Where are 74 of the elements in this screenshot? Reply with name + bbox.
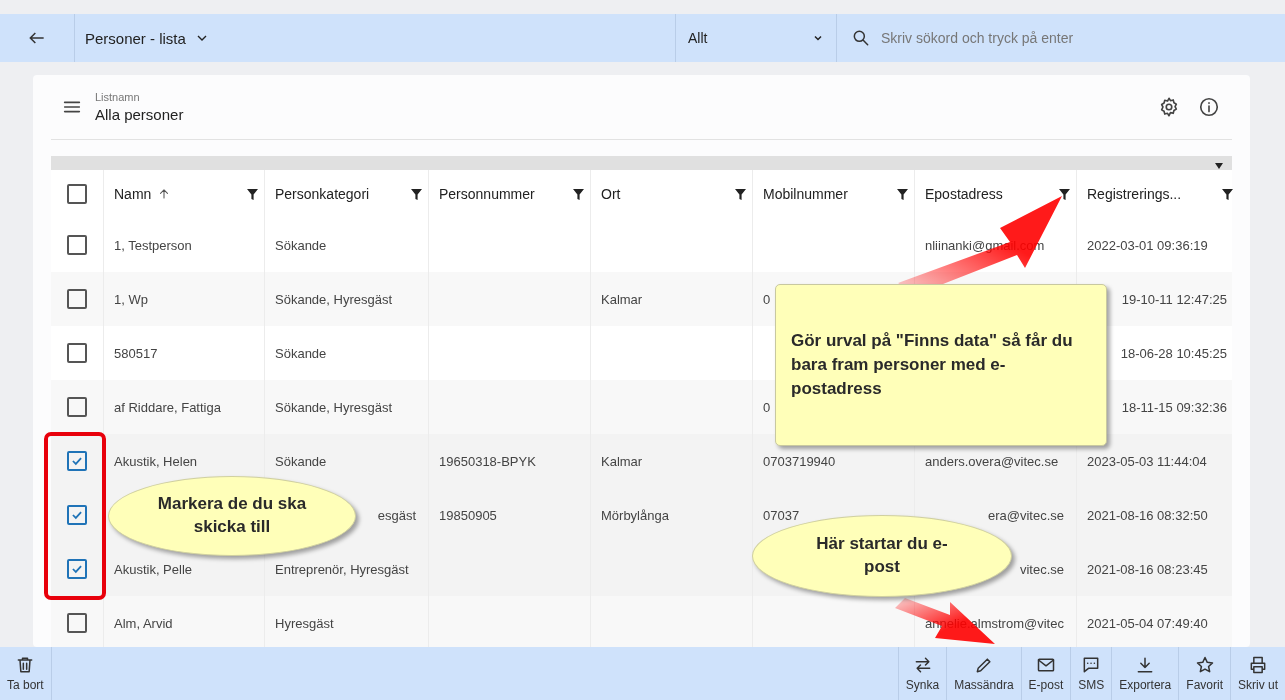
checkbox[interactable] xyxy=(67,343,87,363)
checkbox[interactable] xyxy=(67,289,87,309)
table-cell: 2021-05-04 07:49:40 xyxy=(1087,615,1208,631)
column-header[interactable]: Namn xyxy=(114,186,152,202)
printer-icon xyxy=(1248,655,1268,675)
table-cell: 2021-08-16 08:23:45 xyxy=(1087,561,1208,577)
table-cell: 18-06-28 10:45:25 xyxy=(1120,345,1227,361)
filter-icon[interactable] xyxy=(897,188,908,200)
table-cell: Alm, Arvid xyxy=(114,615,173,631)
filter-icon[interactable] xyxy=(1059,188,1070,200)
list-name: Alla personer xyxy=(95,106,184,123)
table-cell: 18-11-15 09:32:36 xyxy=(1121,399,1227,415)
column-header[interactable]: Personnummer xyxy=(439,186,535,202)
table-cell: Entreprenör, Hyresgäst xyxy=(275,561,409,577)
checkbox[interactable] xyxy=(67,235,87,255)
filter-icon[interactable] xyxy=(247,188,258,200)
toolbar-button[interactable]: Skriv ut xyxy=(1230,647,1285,700)
table-cell: Kalmar xyxy=(601,453,643,469)
column-header[interactable]: Mobilnummer xyxy=(763,186,848,202)
table-cell: Sökande, Hyresgäst xyxy=(275,291,393,307)
table-cell: Akustik, Pelle xyxy=(114,561,193,577)
table-cell: 2023-05-03 11:44:04 xyxy=(1087,453,1207,469)
toolbar-button[interactable]: Ta bort xyxy=(0,647,52,700)
table-cell: 0703719940 xyxy=(763,453,836,469)
table-cell: 1, Wp xyxy=(114,291,148,307)
list-dropdown[interactable]: Personer - lista xyxy=(75,14,220,62)
column-header[interactable]: Epostadress xyxy=(925,186,1003,202)
column-header[interactable]: Registrerings... xyxy=(1087,186,1182,202)
star-icon xyxy=(1194,655,1215,675)
filter-icon[interactable] xyxy=(735,188,746,200)
table-cell: 2021-08-16 08:32:50 xyxy=(1087,507,1208,523)
table-cell: Sökande xyxy=(275,453,327,469)
table-cell: 19-10-11 12:47:25 xyxy=(1121,291,1227,307)
table-cell: vitec.se xyxy=(1019,561,1064,577)
table-cell: 19650318-BPYK xyxy=(439,453,536,469)
table-cell: Akustik, Helen xyxy=(114,453,198,469)
checkbox[interactable] xyxy=(67,505,87,525)
toolbar-button[interactable]: E-post xyxy=(1020,647,1071,700)
table-cell: Sökande, Hyresgäst xyxy=(275,399,393,415)
table-cell: 19850905 xyxy=(439,507,497,523)
checkbox[interactable] xyxy=(67,451,87,471)
toolbar-button[interactable]: Synka xyxy=(897,647,947,700)
filter-icon[interactable] xyxy=(573,188,584,200)
checkbox[interactable] xyxy=(67,559,87,579)
toolbar-button[interactable]: Favorit xyxy=(1178,647,1230,700)
filter-icon[interactable] xyxy=(1222,188,1233,200)
checkbox[interactable] xyxy=(67,184,87,204)
table-cell: 1, Testperson xyxy=(114,237,192,253)
filter-icon[interactable] xyxy=(411,188,422,200)
checkbox[interactable] xyxy=(67,397,87,417)
filter-select[interactable]: Allt xyxy=(675,14,837,62)
table-cell: esgäst xyxy=(377,507,416,523)
column-header[interactable]: Personkategori xyxy=(275,186,370,202)
table-cell: Hyresgäst xyxy=(275,615,334,631)
table-cell: Sökande xyxy=(275,237,327,253)
toolbar-button[interactable]: SMS xyxy=(1070,647,1112,700)
table-cell: Mörbylånga xyxy=(601,507,669,523)
table-cell: af Riddare, Fattiga xyxy=(114,399,221,415)
toolbar-button[interactable]: Exportera xyxy=(1111,647,1179,700)
search-field[interactable]: Skriv sökord och tryck på enter xyxy=(879,29,1285,47)
search-icon xyxy=(851,28,871,48)
table-cell: 0 xyxy=(763,399,771,415)
table-cell: 0 xyxy=(763,291,771,307)
table-cell: 580517 xyxy=(114,345,158,361)
list-name-label: Listnamn xyxy=(95,91,141,103)
checkbox[interactable] xyxy=(67,613,87,633)
table-cell: Kalmar xyxy=(601,291,643,307)
callout-note: Gör urval på "Finns data" så får du bara fram personer med e-postadress xyxy=(775,284,1107,446)
mail-icon xyxy=(1035,655,1056,675)
table-cell: anders.overa@vitec.se xyxy=(925,453,1059,469)
column-header[interactable]: Ort xyxy=(601,186,621,202)
table-cell: 2022-03-01 09:36:19 xyxy=(1087,237,1208,253)
toolbar-button[interactable]: Massändra xyxy=(946,647,1021,700)
table-cell: Sökande xyxy=(275,345,327,361)
